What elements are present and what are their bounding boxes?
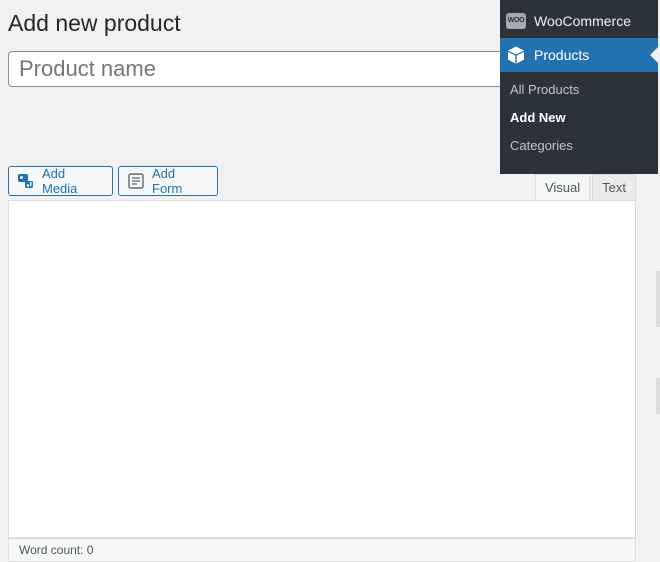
admin-menu-flyout: WOO WooCommerce Products All Products Ad… [500,0,658,174]
woocommerce-icon: WOO [506,13,526,29]
submenu-item-all-products[interactable]: All Products [500,76,658,104]
products-submenu: All Products Add New Categories [500,76,658,160]
page-title: Add new product [8,10,181,36]
word-count: Word count: 0 [19,543,94,557]
form-icon [127,172,145,190]
submenu-item-categories[interactable]: Categories [500,132,658,160]
cube-icon [506,45,526,65]
menu-item-label: WooCommerce [534,13,631,29]
menu-item-woocommerce[interactable]: WOO WooCommerce [500,5,658,37]
editor-mode-tabs: Visual Text [534,174,636,201]
tab-visual[interactable]: Visual [534,174,591,201]
product-editor-page: Add new product Add Media Add Form Vi [0,0,660,562]
add-form-button[interactable]: Add Form [118,166,218,196]
submenu-item-add-new[interactable]: Add New [500,104,658,132]
tab-text[interactable]: Text [592,174,636,201]
current-indicator [650,47,658,63]
content-editor[interactable] [8,200,636,538]
sidebar-box-edge [656,378,660,414]
product-name-input[interactable] [8,51,528,87]
add-media-button[interactable]: Add Media [8,166,113,196]
editor-status-bar: Word count: 0 [8,538,636,562]
media-icon [17,172,35,190]
add-form-label: Add Form [152,166,183,196]
sidebar-box-edge [656,271,660,327]
menu-item-label: Products [534,47,590,63]
menu-item-products[interactable]: Products [500,38,658,72]
add-media-label: Add Media [42,166,78,196]
